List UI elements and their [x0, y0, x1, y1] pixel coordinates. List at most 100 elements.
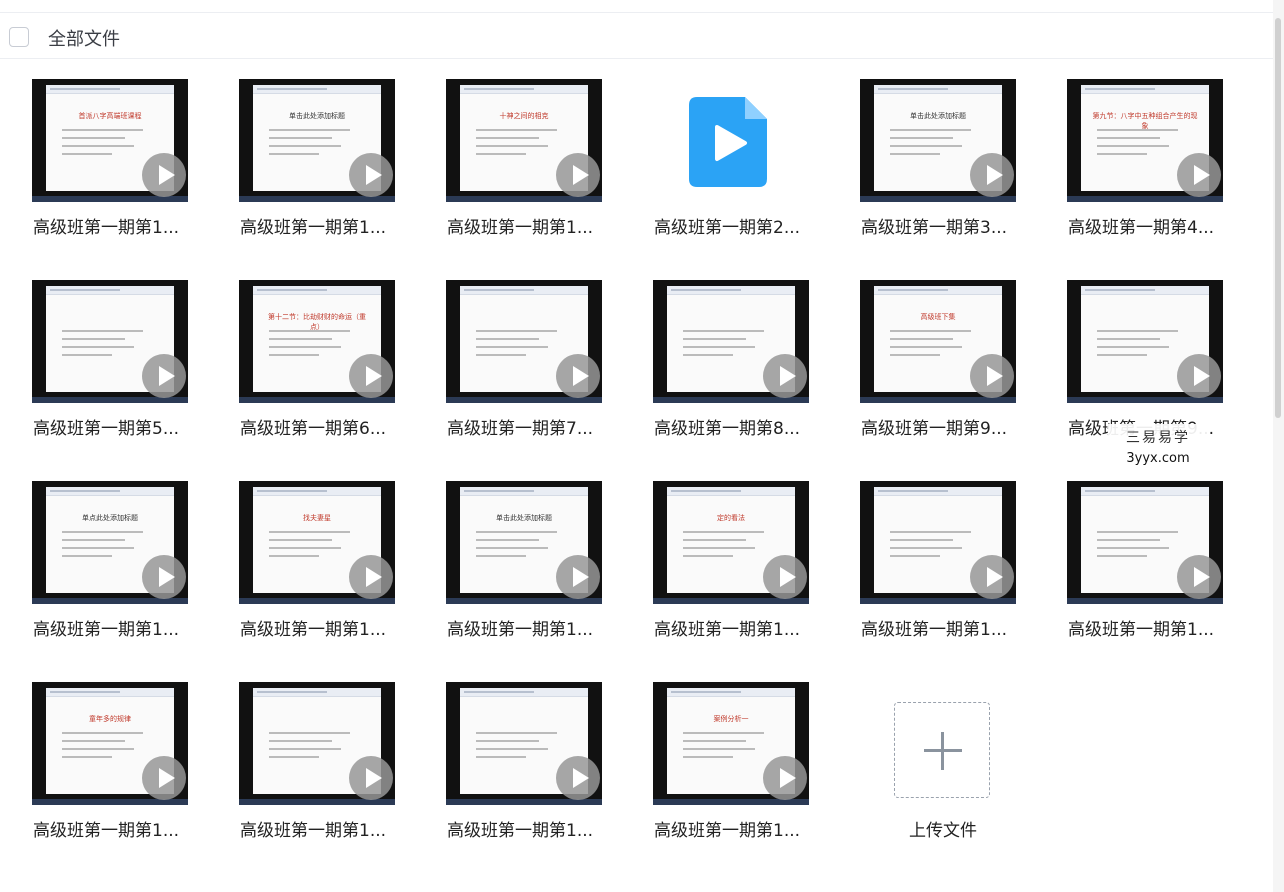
video-thumbnail[interactable]: [1067, 280, 1223, 403]
video-thumbnail[interactable]: 第九节：八字中五种组合产生的现象: [1067, 79, 1223, 202]
file-name[interactable]: 高级班第一期第1...: [240, 615, 410, 640]
file-name[interactable]: 高级班第一期第3...: [861, 213, 1031, 238]
file-item[interactable]: 十神之间的相克高级班第一期第1...: [444, 79, 614, 269]
file-name[interactable]: 高级班第一期第1...: [240, 213, 410, 238]
play-icon[interactable]: [1177, 354, 1221, 398]
video-thumbnail[interactable]: 单击此处添加标题: [239, 79, 395, 202]
slide-ribbon: [46, 85, 174, 94]
file-name[interactable]: 高级班第一期第1...: [447, 213, 617, 238]
play-icon[interactable]: [142, 354, 186, 398]
video-thumbnail[interactable]: 首派八字高端班课程: [32, 79, 188, 202]
file-item[interactable]: 单点此处添加标题高级班第一期第1...: [30, 481, 200, 671]
file-name[interactable]: 高级班第一期第1...: [654, 615, 824, 640]
upload-label[interactable]: 上传文件: [858, 816, 1028, 841]
slide-title: 高级班下集: [920, 313, 956, 321]
file-item[interactable]: 高级班第一期第2...: [651, 79, 821, 269]
play-icon[interactable]: [763, 555, 807, 599]
play-icon[interactable]: [142, 153, 186, 197]
video-thumbnail[interactable]: 案例分析一: [653, 682, 809, 805]
file-item[interactable]: 单击此处添加标题高级班第一期第3...: [858, 79, 1028, 269]
play-icon[interactable]: [556, 354, 600, 398]
file-item[interactable]: 童年多的规律高级班第一期第1...: [30, 682, 200, 872]
file-name[interactable]: 高级班第一期第1...: [447, 816, 617, 841]
play-icon[interactable]: [349, 153, 393, 197]
file-item[interactable]: 高级班第一期第8...: [651, 280, 821, 470]
file-name[interactable]: 高级班第一期第1...: [654, 816, 824, 841]
scroll-thumb[interactable]: [1275, 18, 1281, 418]
slide-text-lines: [890, 129, 980, 161]
file-name[interactable]: 高级班第一期第1...: [1068, 615, 1238, 640]
video-thumbnail[interactable]: [446, 280, 602, 403]
file-item[interactable]: 高级班第一期第1...: [237, 682, 407, 872]
video-thumbnail[interactable]: [446, 682, 602, 805]
slide-ribbon: [874, 286, 1002, 295]
play-icon[interactable]: [763, 756, 807, 800]
slide-title: 找夫妻星: [303, 514, 331, 522]
file-item[interactable]: 案例分析一高级班第一期第1...: [651, 682, 821, 872]
play-icon[interactable]: [763, 354, 807, 398]
vertical-scrollbar[interactable]: [1273, 0, 1284, 892]
file-item[interactable]: 高级班第一期第5...: [30, 280, 200, 470]
file-item[interactable]: 定的看法高级班第一期第1...: [651, 481, 821, 671]
file-item[interactable]: 第九节：八字中五种组合产生的现象高级班第一期第4...: [1065, 79, 1235, 269]
video-thumbnail[interactable]: 定的看法: [653, 481, 809, 604]
play-icon[interactable]: [556, 555, 600, 599]
file-name[interactable]: 高级班第一期第4...: [1068, 213, 1238, 238]
video-thumbnail[interactable]: 童年多的规律: [32, 682, 188, 805]
slide-ribbon: [46, 487, 174, 496]
video-thumbnail[interactable]: [1067, 481, 1223, 604]
video-thumbnail[interactable]: 十神之间的相克: [446, 79, 602, 202]
file-item[interactable]: 高级班第一期第1...: [1065, 481, 1235, 671]
file-grid: 首派八字高端班课程 高级班第一期第1... 单击此处添加标题 高级班第一期第1... 十…: [0, 0, 1270, 892]
file-name[interactable]: 高级班第一期第9...: [861, 414, 1031, 439]
play-icon[interactable]: [970, 555, 1014, 599]
video-thumbnail[interactable]: [239, 682, 395, 805]
slide-text-lines: [890, 330, 980, 362]
file-name[interactable]: 高级班第一期第1...: [861, 615, 1031, 640]
upload-file-tile[interactable]: 上传文件: [858, 682, 1028, 872]
file-item[interactable]: 找夫妻星高级班第一期第1...: [237, 481, 407, 671]
play-icon[interactable]: [970, 153, 1014, 197]
file-name[interactable]: 高级班第一期第6...: [240, 414, 410, 439]
video-thumbnail[interactable]: [653, 280, 809, 403]
file-name[interactable]: 高级班第一期第1...: [447, 615, 617, 640]
video-thumbnail[interactable]: [860, 481, 1016, 604]
upload-button[interactable]: [894, 702, 990, 798]
play-icon[interactable]: [1177, 555, 1221, 599]
file-item[interactable]: 高级班第一期第7...: [444, 280, 614, 470]
file-item[interactable]: 单击此处添加标题高级班第一期第1...: [444, 481, 614, 671]
video-thumbnail[interactable]: 单点此处添加标题: [32, 481, 188, 604]
file-name[interactable]: 高级班第一期第1...: [33, 213, 203, 238]
file-name[interactable]: 高级班第一期第1...: [33, 615, 203, 640]
play-icon[interactable]: [142, 555, 186, 599]
file-name[interactable]: 高级班第一期第2...: [654, 213, 824, 238]
play-icon[interactable]: [349, 354, 393, 398]
play-icon[interactable]: [556, 153, 600, 197]
video-thumbnail[interactable]: [32, 280, 188, 403]
video-thumbnail[interactable]: 高级班下集: [860, 280, 1016, 403]
slide-text-lines: [683, 330, 773, 362]
file-name[interactable]: 高级班第一期第7...: [447, 414, 617, 439]
video-thumbnail[interactable]: 第十二节：比劫财财的命运（重点）: [239, 280, 395, 403]
play-icon[interactable]: [142, 756, 186, 800]
file-name[interactable]: 高级班第一期第1...: [33, 816, 203, 841]
video-thumbnail[interactable]: 单击此处添加标题: [860, 79, 1016, 202]
slide-ribbon: [874, 85, 1002, 94]
video-thumbnail[interactable]: 单击此处添加标题: [446, 481, 602, 604]
slide-text-lines: [683, 531, 773, 563]
file-name[interactable]: 高级班第一期第1...: [240, 816, 410, 841]
file-item[interactable]: 单击此处添加标题高级班第一期第1...: [237, 79, 407, 269]
play-icon[interactable]: [349, 555, 393, 599]
file-name[interactable]: 高级班第一期第8...: [654, 414, 824, 439]
video-thumbnail[interactable]: 找夫妻星: [239, 481, 395, 604]
file-item[interactable]: 首派八字高端班课程高级班第一期第1...: [30, 79, 200, 269]
file-name[interactable]: 高级班第一期第5...: [33, 414, 203, 439]
play-icon[interactable]: [349, 756, 393, 800]
file-item[interactable]: 高级班第一期第1...: [444, 682, 614, 872]
play-icon[interactable]: [556, 756, 600, 800]
file-item[interactable]: 高级班下集高级班第一期第9...: [858, 280, 1028, 470]
play-icon[interactable]: [970, 354, 1014, 398]
play-icon[interactable]: [1177, 153, 1221, 197]
file-item[interactable]: 第十二节：比劫财财的命运（重点） 高级班第一期第6...: [237, 280, 407, 470]
file-item[interactable]: 高级班第一期第1...: [858, 481, 1028, 671]
